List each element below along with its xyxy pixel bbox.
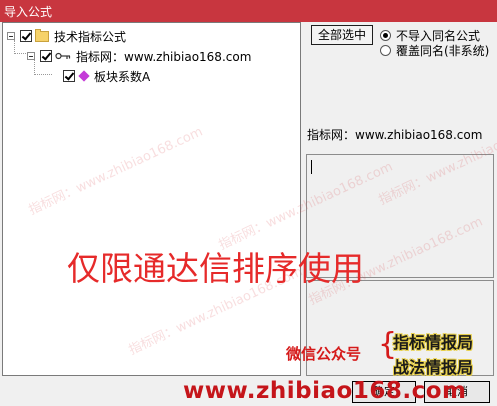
tree-node-child[interactable]: 指标网：www.zhibiao168.com: [27, 47, 252, 65]
radio-overwrite[interactable]: 覆盖同名(非系统): [380, 42, 489, 59]
collapse-icon[interactable]: [27, 52, 35, 60]
tree-node-leaf-label: 板块系数A: [94, 69, 151, 84]
window-title: 导入公式: [4, 5, 53, 19]
title-bar: 导入公式: [0, 0, 497, 22]
radio-unselected-icon[interactable]: [380, 45, 391, 56]
root-checkbox[interactable]: [20, 30, 32, 42]
text-caret: [311, 160, 312, 174]
radio-overwrite-label: 覆盖同名(非系统): [396, 44, 490, 58]
radio-selected-icon[interactable]: [380, 30, 391, 41]
formula-info-label: 指标网：www.zhibiao168.com: [307, 128, 483, 142]
tree-node-root[interactable]: 技术指标公式: [7, 28, 126, 44]
tree-node-child-label: 指标网：www.zhibiao168.com: [74, 47, 252, 65]
formula-gem-icon: [78, 70, 90, 82]
folder-icon: [35, 28, 49, 42]
key-icon: [55, 52, 71, 60]
tag-indicator-bureau: 指标情报局: [393, 333, 474, 352]
select-all-button[interactable]: 全部选中: [311, 25, 373, 45]
formula-tree[interactable]: 技术指标公式 指标网：www.zhibiao168.com 板块系数A: [2, 22, 301, 376]
collapse-icon[interactable]: [7, 32, 15, 40]
leaf-checkbox[interactable]: [63, 70, 75, 82]
tag-strategy-bureau: 战法情报局: [393, 358, 474, 377]
tree-node-root-label: 技术指标公式: [54, 29, 127, 44]
usage-notice-text: 仅限通达信排序使用: [67, 249, 364, 288]
tree-node-leaf[interactable]: 板块系数A: [63, 68, 150, 84]
child-checkbox[interactable]: [40, 50, 52, 62]
wechat-label: 微信公众号: [286, 345, 362, 363]
footer-url-text: www.zhibiao168.com: [183, 378, 467, 404]
